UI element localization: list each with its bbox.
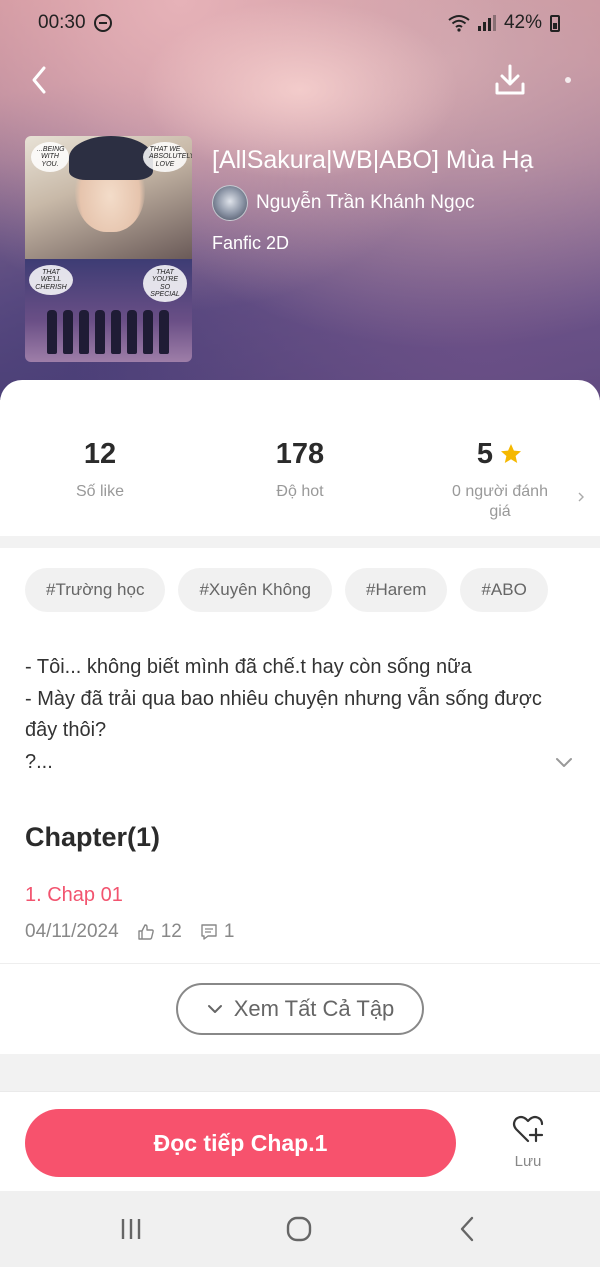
cover-bubble: ...BEING WITH YOU.	[31, 142, 69, 173]
chevron-right-icon	[578, 492, 584, 502]
author-avatar	[212, 185, 248, 221]
heart-plus-icon	[512, 1115, 544, 1143]
stat-rating-value: 5	[476, 437, 494, 470]
author-row[interactable]: Nguyễn Trần Khánh Ngọc	[212, 185, 582, 221]
thumb-up-icon	[137, 924, 154, 940]
tag-chip[interactable]: #Trường học	[25, 568, 166, 612]
chapter-meta: 04/11/2024 12 1	[25, 921, 575, 943]
chapter-likes: 12	[160, 921, 182, 942]
author-name[interactable]: Nguyễn Trần Khánh Ngọc	[256, 192, 475, 214]
chevron-down-icon[interactable]	[554, 752, 574, 772]
star-icon	[501, 444, 522, 463]
bottom-action-bar: Đọc tiếp Chap.1 Lưu	[0, 1091, 600, 1191]
header-background: 00:30 42% ...BEING WITH YOU. THAT WE ABS…	[0, 0, 600, 400]
chapter-title[interactable]: 1. Chap 01	[25, 884, 575, 907]
status-bar: 00:30 42%	[38, 10, 560, 36]
book-category: Fanfic 2D	[212, 233, 290, 253]
description-line: - Tôi... không biết mình đã chế.t hay cò…	[25, 656, 472, 678]
book-title: [AllSakura|WB|ABO] Mùa Hạ	[212, 146, 534, 174]
stat-rating[interactable]: 5 0 người đánh giá	[400, 436, 600, 522]
stat-hot-label: Độ hot	[276, 483, 324, 500]
tag-list: #Trường học #Xuyên Không #Harem #ABO	[25, 568, 548, 612]
system-back-icon[interactable]	[452, 1213, 484, 1245]
download-button[interactable]	[490, 60, 530, 100]
stat-hot: 178 Độ hot	[200, 436, 400, 522]
stats-card: 12 Số like 178 Độ hot 5 0 người đánh giá	[0, 380, 600, 536]
description-line: ?...	[25, 750, 53, 773]
save-button[interactable]: Lưu	[496, 1112, 560, 1178]
comment-icon	[201, 924, 217, 940]
chevron-down-icon	[207, 1005, 222, 1013]
book-detail-content: #Trường học #Xuyên Không #Harem #ABO - T…	[0, 548, 600, 1054]
wifi-icon	[448, 15, 470, 32]
chapter-list-item[interactable]: 1. Chap 01 04/11/2024 12 1	[25, 884, 575, 943]
battery-icon	[550, 14, 560, 32]
more-icon	[565, 77, 571, 83]
book-info: [AllSakura|WB|ABO] Mùa Hạ Nguyễn Trần Kh…	[212, 146, 582, 254]
description-line: - Mày đã trải qua bao nhiêu chuyện nhưng…	[25, 687, 542, 742]
stat-rating-label: 0 người đánh giá	[452, 483, 548, 520]
divider	[0, 963, 600, 964]
cover-panel-bottom: THAT WE'LL CHERISH THAT YOU'RE SO SPECIA…	[25, 259, 192, 362]
cover-bubble: THAT YOU'RE SO SPECIAL	[143, 265, 187, 303]
cover-bubble: THAT WE ABSOLUTELY LOVE	[143, 142, 192, 173]
home-icon[interactable]	[283, 1213, 315, 1245]
stat-likes: 12 Số like	[0, 436, 200, 522]
see-all-label: Xem Tất Cả Tập	[233, 996, 395, 1021]
tag-chip[interactable]: #Harem	[345, 568, 448, 612]
stat-likes-value: 12	[83, 437, 117, 470]
continue-reading-button[interactable]: Đọc tiếp Chap.1	[25, 1109, 456, 1177]
signal-icon	[477, 15, 496, 31]
book-description[interactable]: - Tôi... không biết mình đã chế.t hay cò…	[25, 652, 545, 778]
status-time: 00:30	[38, 12, 86, 33]
more-options-button[interactable]	[556, 68, 580, 92]
cover-panel-top: ...BEING WITH YOU. THAT WE ABSOLUTELY LO…	[25, 136, 192, 259]
tag-chip[interactable]: #ABO	[460, 568, 548, 612]
battery-percent: 42%	[503, 12, 542, 33]
back-button[interactable]	[22, 60, 62, 100]
chapter-date: 04/11/2024	[25, 921, 119, 942]
save-label: Lưu	[514, 1153, 542, 1170]
system-navigation-bar	[0, 1191, 600, 1267]
chapter-comments: 1	[223, 921, 235, 942]
see-all-chapters-button[interactable]: Xem Tất Cả Tập	[176, 983, 424, 1035]
book-cover: ...BEING WITH YOU. THAT WE ABSOLUTELY LO…	[25, 136, 192, 362]
tag-chip[interactable]: #Xuyên Không	[178, 568, 332, 612]
back-arrow-icon	[32, 66, 46, 94]
stat-likes-label: Số like	[75, 483, 125, 500]
recent-apps-icon[interactable]	[115, 1213, 147, 1245]
do-not-disturb-icon	[93, 14, 112, 32]
cover-bubble: THAT WE'LL CHERISH	[29, 265, 73, 296]
stat-hot-value: 178	[275, 437, 325, 470]
chapter-heading: Chapter(1)	[25, 822, 161, 852]
top-bar	[20, 60, 580, 100]
download-icon	[495, 64, 525, 95]
